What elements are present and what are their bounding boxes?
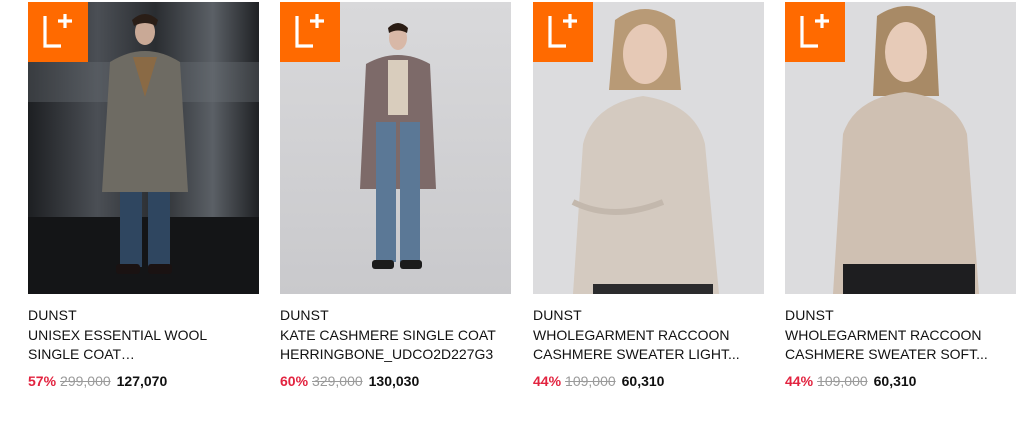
product-name[interactable]: WHOLEGARMENT RACCOON CASHMERE SWEATER SO… <box>785 326 1013 364</box>
discount-rate: 60% <box>280 373 309 389</box>
sale-price: 127,070 <box>116 373 168 389</box>
product-name[interactable]: WHOLEGARMENT RACCOON CASHMERE SWEATER LI… <box>533 326 761 364</box>
price-row: 44% 109,000 60,310 <box>785 372 916 390</box>
product-image[interactable] <box>280 2 511 294</box>
discount-rate: 57% <box>28 373 57 389</box>
product-image[interactable] <box>785 2 1016 294</box>
sale-price: 130,030 <box>368 373 420 389</box>
lplus-icon <box>28 2 88 62</box>
sale-price: 60,310 <box>621 373 665 389</box>
product-card[interactable]: DUNST WHOLEGARMENT RACCOON CASHMERE SWEA… <box>785 2 1016 423</box>
product-card[interactable]: DUNST WHOLEGARMENT RACCOON CASHMERE SWEA… <box>533 2 764 423</box>
sale-price: 60,310 <box>873 373 917 389</box>
product-grid: DUNST UNISEX ESSENTIAL WOOL SINGLE COAT … <box>28 2 1028 423</box>
product-brand: DUNST <box>28 307 77 323</box>
product-name[interactable]: KATE CASHMERE SINGLE COAT HERRINGBONE_UD… <box>280 326 508 364</box>
lplus-icon <box>280 2 340 62</box>
price-row: 57% 299,000 127,070 <box>28 372 167 390</box>
product-brand: DUNST <box>533 307 582 323</box>
product-brand: DUNST <box>785 307 834 323</box>
product-card[interactable]: DUNST UNISEX ESSENTIAL WOOL SINGLE COAT … <box>28 2 259 423</box>
original-price: 109,000 <box>817 373 868 389</box>
discount-rate: 44% <box>533 373 562 389</box>
original-price: 109,000 <box>565 373 616 389</box>
product-card[interactable]: DUNST KATE CASHMERE SINGLE COAT HERRINGB… <box>280 2 511 423</box>
product-image[interactable] <box>28 2 259 294</box>
original-price: 329,000 <box>312 373 363 389</box>
product-image[interactable] <box>533 2 764 294</box>
original-price: 299,000 <box>60 373 111 389</box>
lplus-icon <box>533 2 593 62</box>
lplus-icon <box>785 2 845 62</box>
product-name[interactable]: UNISEX ESSENTIAL WOOL SINGLE COAT CHECK_… <box>28 326 256 364</box>
price-row: 44% 109,000 60,310 <box>533 372 664 390</box>
discount-rate: 44% <box>785 373 814 389</box>
product-brand: DUNST <box>280 307 329 323</box>
price-row: 60% 329,000 130,030 <box>280 372 419 390</box>
